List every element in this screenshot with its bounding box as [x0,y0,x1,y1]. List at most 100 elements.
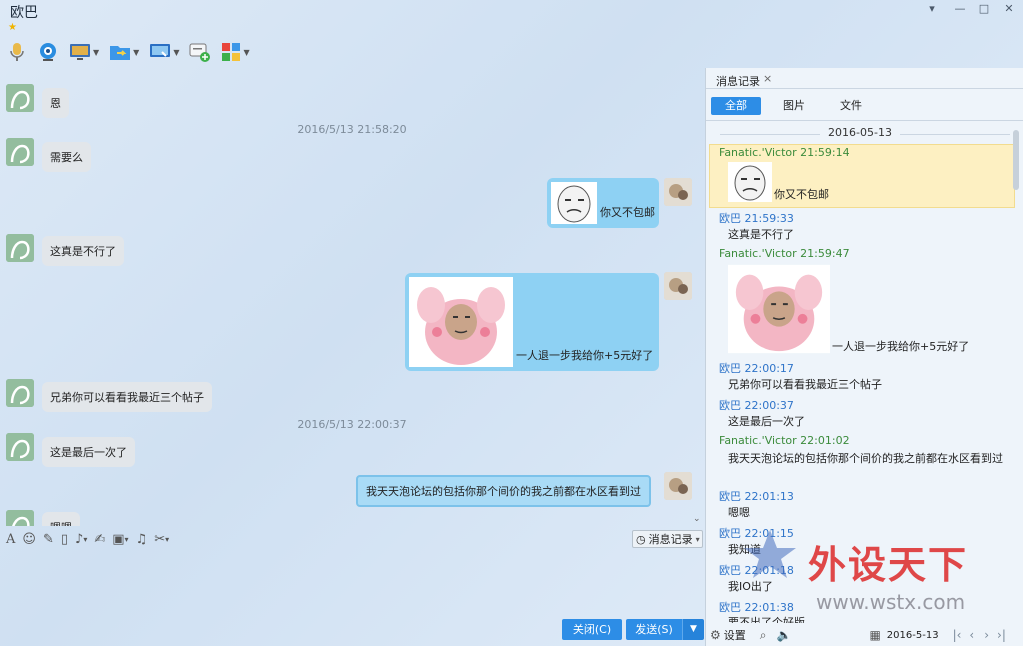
history-message: 你又不包邮 [728,162,829,202]
history-sender: Fanatic.'Victor 21:59:47 [719,247,850,260]
history-sender: Fanatic.'Victor 21:59:14 [719,146,850,159]
avatar-self[interactable] [664,272,692,300]
avatar[interactable] [6,433,34,461]
history-sender: 欧巴 22:01:13 [719,490,794,503]
avatar[interactable] [6,510,34,526]
history-tab[interactable]: 消息记录 [716,73,760,89]
search-icon[interactable]: ⌕ [760,628,767,643]
add-chat-icon [189,43,211,62]
microphone-icon [10,43,24,61]
close-button[interactable]: 关闭(C) [562,619,622,640]
close-icon[interactable]: × [763,72,772,85]
edit-icon[interactable]: ✍ [94,532,105,547]
avatar-self[interactable] [664,472,692,500]
history-message: 这是最后一次了 [728,415,805,428]
watermark-logo: 外设天下 [808,543,969,587]
voice-call-button[interactable] [4,39,30,65]
voice-message-icon[interactable]: ♪ ▾ [75,532,87,547]
scissors-icon[interactable]: ✂ ▾ [154,532,169,547]
group-chat-button[interactable] [186,39,214,65]
speaker-icon[interactable]: 🔈 [777,628,792,642]
calendar-icon[interactable]: ▦ [869,628,880,642]
message-bubble: 需要么 [42,142,91,172]
message-bubble: 这是最后一次了 [42,437,135,467]
message-bubble-self: 一人退一步我给你+5元好了 [405,273,660,371]
history-sender: Fanatic.'Victor 22:01:02 [719,434,850,447]
message-bubble-self: 我天天泡论坛的包括你那个间价的我之前都在水区看到过 [356,475,651,507]
message-text: 你又不包邮 [600,206,655,219]
message-bubble: 这真是不行了 [42,236,124,266]
pig-sticker-image [728,264,830,354]
footer-date: 2016-5-13 [886,629,939,641]
star-icon: ★ [8,22,17,33]
music-icon[interactable]: ♫ [136,532,148,547]
dropdown-icon[interactable]: ▾ [920,0,944,18]
chevron-down-icon[interactable]: ▼ [243,48,249,57]
history-sender: 欧巴 21:59:33 [719,212,794,225]
avatar[interactable] [6,234,34,262]
message-history-button[interactable]: ◷ 消息记录 ▾ [632,530,703,548]
video-call-button[interactable] [34,39,62,65]
avatar[interactable] [6,379,34,407]
chat-history[interactable]: 恩 2016/5/13 21:58:20 需要么 你又不包邮 这真是不行了 一人… [0,68,704,526]
chevron-down-icon[interactable]: ▼ [133,48,139,57]
apps-grid-icon [222,43,241,61]
send-options-icon[interactable]: ▼ [682,619,704,640]
history-footer: ⚙ 设置 ⌕ 🔈 ▦ 2016-5-13 |‹ ‹ › ›| [705,624,1023,646]
title-bar: 欧巴 ★ ▾ — □ ✕ [0,0,1023,34]
history-message: 这真是不行了 [728,228,794,241]
pig-sticker-image [409,277,513,367]
image-icon[interactable]: ▣ ▾ [112,532,128,547]
first-page-icon[interactable]: |‹ [953,628,962,642]
chevron-down-icon[interactable]: ▼ [93,48,99,57]
chat-toolbar: ▼ ▼ ▼ ▼ [4,38,253,66]
prev-page-icon[interactable]: ‹ [969,628,974,642]
chevron-down-icon: ▾ [695,534,700,544]
watermark-url: www.wstx.com [816,590,966,614]
magic-wand-icon[interactable]: ✎ [43,532,54,547]
window-title: 欧巴 [10,5,38,21]
history-message: 嗯嗯 [728,506,750,519]
history-scrollbar[interactable] [1013,130,1019,190]
emoji-icon[interactable]: ☺ [22,532,36,547]
scroll-down-icon[interactable]: ⌄ [693,514,701,524]
avatar-self[interactable] [664,178,692,206]
message-bubble-self: 你又不包邮 [547,178,659,228]
history-sender: 欧巴 22:01:38 [719,601,794,614]
settings-label[interactable]: 设置 [724,627,746,643]
message-input[interactable] [0,552,704,616]
message-history-label: 消息记录 [648,533,693,546]
next-page-icon[interactable]: › [984,628,989,642]
meme-sticker-image [728,162,772,202]
avatar[interactable] [6,138,34,166]
remote-desktop-button[interactable]: ▼ [66,39,102,65]
timestamp: 2016/5/13 22:00:37 [297,418,407,431]
input-toolbar: A ☺ ✎ ▯ ♪ ▾ ✍ ▣ ▾ ♫ ✂ ▾ [0,528,704,550]
last-page-icon[interactable]: ›| [997,628,1006,642]
close-window-button[interactable]: ✕ [997,0,1021,18]
avatar[interactable] [6,84,34,112]
history-message: 要不出了个好版 [728,616,805,623]
send-button[interactable]: 发送(S) [626,619,682,640]
gear-icon[interactable]: ⚙ [710,628,721,642]
vibrate-icon[interactable]: ▯ [61,532,68,547]
message-bubble: 嗯嗯 [42,512,80,526]
send-file-button[interactable]: ▼ [106,39,142,65]
minimize-button[interactable]: — [948,0,972,18]
clock-icon: ◷ [636,532,646,546]
monitor-icon [70,44,90,60]
message-text: 一人退一步我给你+5元好了 [516,349,654,362]
filter-tab-all[interactable]: 全部 [711,97,761,115]
chevron-down-icon[interactable]: ▼ [173,48,179,57]
history-message: 兄弟你可以看看我最近三个帖子 [728,378,882,391]
history-message: 一人退一步我给你+5元好了 [728,264,969,354]
watermark-star-icon [742,528,798,584]
filter-tab-files[interactable]: 文件 [826,97,876,115]
meme-sticker-image [551,182,597,224]
maximize-button[interactable]: □ [972,0,996,18]
screen-share-button[interactable]: ▼ [146,39,182,65]
webcam-icon [40,43,56,61]
apps-button[interactable]: ▼ [218,39,252,65]
filter-tab-images[interactable]: 图片 [770,97,818,115]
font-icon[interactable]: A [6,532,15,547]
